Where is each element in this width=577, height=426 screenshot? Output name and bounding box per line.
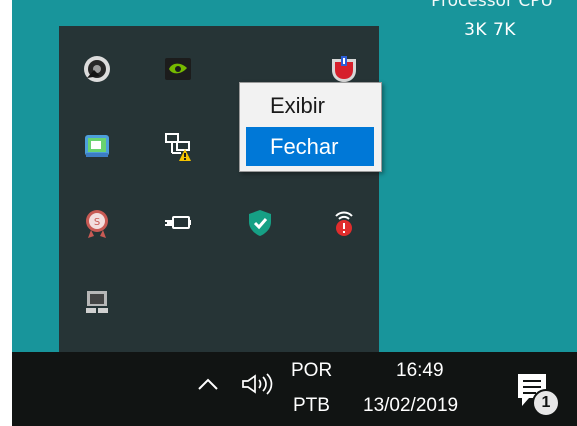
seal-icon[interactable]: S [82,208,112,238]
clock-date[interactable]: 13/02/2019 [363,395,458,417]
desktop-label: 3K 7K [464,20,516,40]
volume-icon[interactable] [241,372,273,396]
notification-count-badge: 1 [532,389,560,417]
tray-overflow-popup: S Exibir Fechar [59,26,382,352]
desktop-background: Processor CPU 3K 7K S Exibir Fechar [12,0,577,352]
battery-plug-icon[interactable] [163,208,193,238]
menu-item-show[interactable]: Exibir [246,86,374,125]
input-language-code[interactable]: POR [291,360,332,382]
context-menu: Exibir Fechar [239,82,382,172]
network-warning-icon[interactable] [163,131,193,161]
clock-time[interactable]: 16:49 [396,360,444,382]
security-shield-icon[interactable] [245,208,275,238]
terminal-icon[interactable] [82,288,112,318]
menu-item-close[interactable]: Fechar [246,127,374,166]
desktop-cutoff-text: Processor CPU [431,0,553,11]
speaker-icon[interactable] [82,54,112,84]
input-language-layout[interactable]: PTB [293,395,330,417]
chevron-up-icon[interactable] [196,374,220,394]
alert-icon[interactable] [329,208,359,238]
taskbar: POR PTB 16:49 13/02/2019 1 [12,352,577,426]
remote-desktop-icon[interactable] [82,131,112,161]
shield-notification-icon[interactable] [329,54,359,84]
nvidia-icon[interactable] [163,54,193,84]
notification-center-button[interactable]: 1 [514,370,560,418]
svg-text:S: S [94,217,100,228]
